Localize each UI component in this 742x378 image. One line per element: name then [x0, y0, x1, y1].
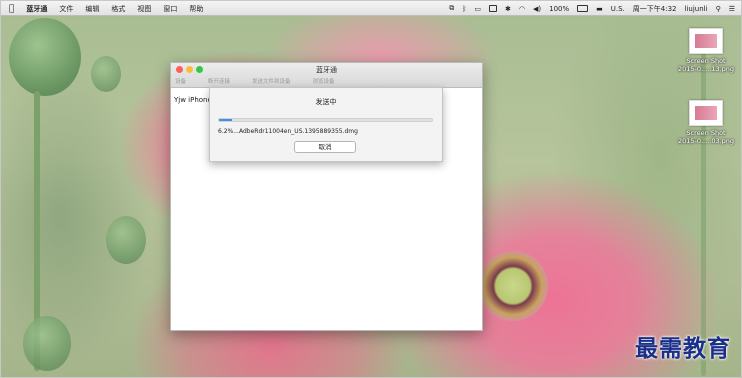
menu-window[interactable]: 窗口 — [163, 4, 177, 14]
progress-fill — [219, 119, 233, 121]
bluetooth-share-icon[interactable]: ᛒ — [462, 5, 466, 13]
file-name-line1: Screen Shot — [686, 129, 726, 137]
menu-file[interactable]: 文件 — [59, 4, 73, 14]
window-titlebar[interactable]: 蓝牙通 设备 断开连接 发送文件到设备 浏览设备 — [171, 63, 482, 88]
battery-icon[interactable] — [577, 5, 589, 12]
poppy-pod — [9, 18, 81, 96]
toolbar: 设备 断开连接 发送文件到设备 浏览设备 — [175, 77, 335, 85]
notification-center-icon[interactable]: ☰ — [729, 5, 735, 13]
sync-icon[interactable]: ⧉ — [449, 4, 454, 13]
wifi-icon[interactable]: ◠ — [519, 5, 525, 13]
file-name-line2: 2015-0.....13.png — [677, 65, 735, 73]
apple-icon[interactable]:  — [9, 4, 14, 14]
sending-sheet: 发送中 6.2%...AdbeRdr11004en_US.1395889355.… — [209, 87, 443, 162]
progress-text: 6.2%...AdbeRdr11004en_US.1395889355.dmg — [218, 128, 358, 135]
image-file-icon — [689, 28, 723, 54]
flag-icon[interactable]: ▬ — [596, 5, 603, 13]
poppy-pod — [23, 316, 71, 371]
battery-label[interactable]: 100% — [549, 5, 569, 13]
toolbar-devices[interactable]: 设备 — [175, 77, 186, 85]
device-list-item[interactable]: Yjw iPhone — [174, 96, 212, 104]
window-title: 蓝牙通 — [316, 66, 337, 74]
progress-bar — [218, 118, 433, 122]
menu-edit[interactable]: 编辑 — [85, 4, 99, 14]
input-source[interactable]: U.S. — [611, 5, 625, 13]
menu-bar:  蓝牙通 文件 编辑 格式 视图 窗口 帮助 ⧉ ᛒ ▭ ✱ ◠ ◀) 100… — [1, 1, 741, 16]
poppy-stem — [701, 36, 706, 376]
toolbar-browse-device[interactable]: 浏览设备 — [313, 77, 335, 85]
file-name-line1: Screen Shot — [686, 57, 726, 65]
spotlight-search-icon[interactable]: ⚲ — [716, 5, 721, 13]
file-name-line2: 2015-0.....03.png — [677, 137, 735, 145]
toolbar-send-file[interactable]: 发送文件到设备 — [252, 77, 291, 85]
volume-icon[interactable]: ◀) — [533, 5, 541, 13]
desktop-file-screenshot-2[interactable]: Screen Shot 2015-0.....03.png — [671, 100, 741, 145]
sheet-title: 发送中 — [315, 98, 337, 106]
image-file-icon — [689, 100, 723, 126]
menu-format[interactable]: 格式 — [111, 4, 125, 14]
clock[interactable]: 周一下午4:32 — [633, 4, 677, 14]
desktop-file-screenshot-1[interactable]: Screen Shot 2015-0.....13.png — [671, 28, 741, 73]
menu-help[interactable]: 帮助 — [189, 4, 203, 14]
screen:  蓝牙通 文件 编辑 格式 视图 窗口 帮助 ⧉ ᛒ ▭ ✱ ◠ ◀) 100… — [0, 0, 742, 378]
display-icon[interactable] — [489, 5, 498, 12]
user-name[interactable]: liujunli — [685, 5, 708, 13]
poppy-pod — [91, 56, 121, 92]
menu-view[interactable]: 视图 — [137, 4, 151, 14]
poppy-pod — [106, 216, 146, 264]
watermark: 最需教育 — [635, 335, 731, 362]
poppy-center — [478, 251, 548, 321]
airplay-icon[interactable]: ▭ — [474, 5, 481, 13]
cancel-button[interactable]: 取消 — [294, 141, 356, 153]
bluetooth-icon[interactable]: ✱ — [505, 5, 511, 13]
menu-app-name[interactable]: 蓝牙通 — [26, 4, 47, 14]
toolbar-disconnect[interactable]: 断开连接 — [208, 77, 230, 85]
